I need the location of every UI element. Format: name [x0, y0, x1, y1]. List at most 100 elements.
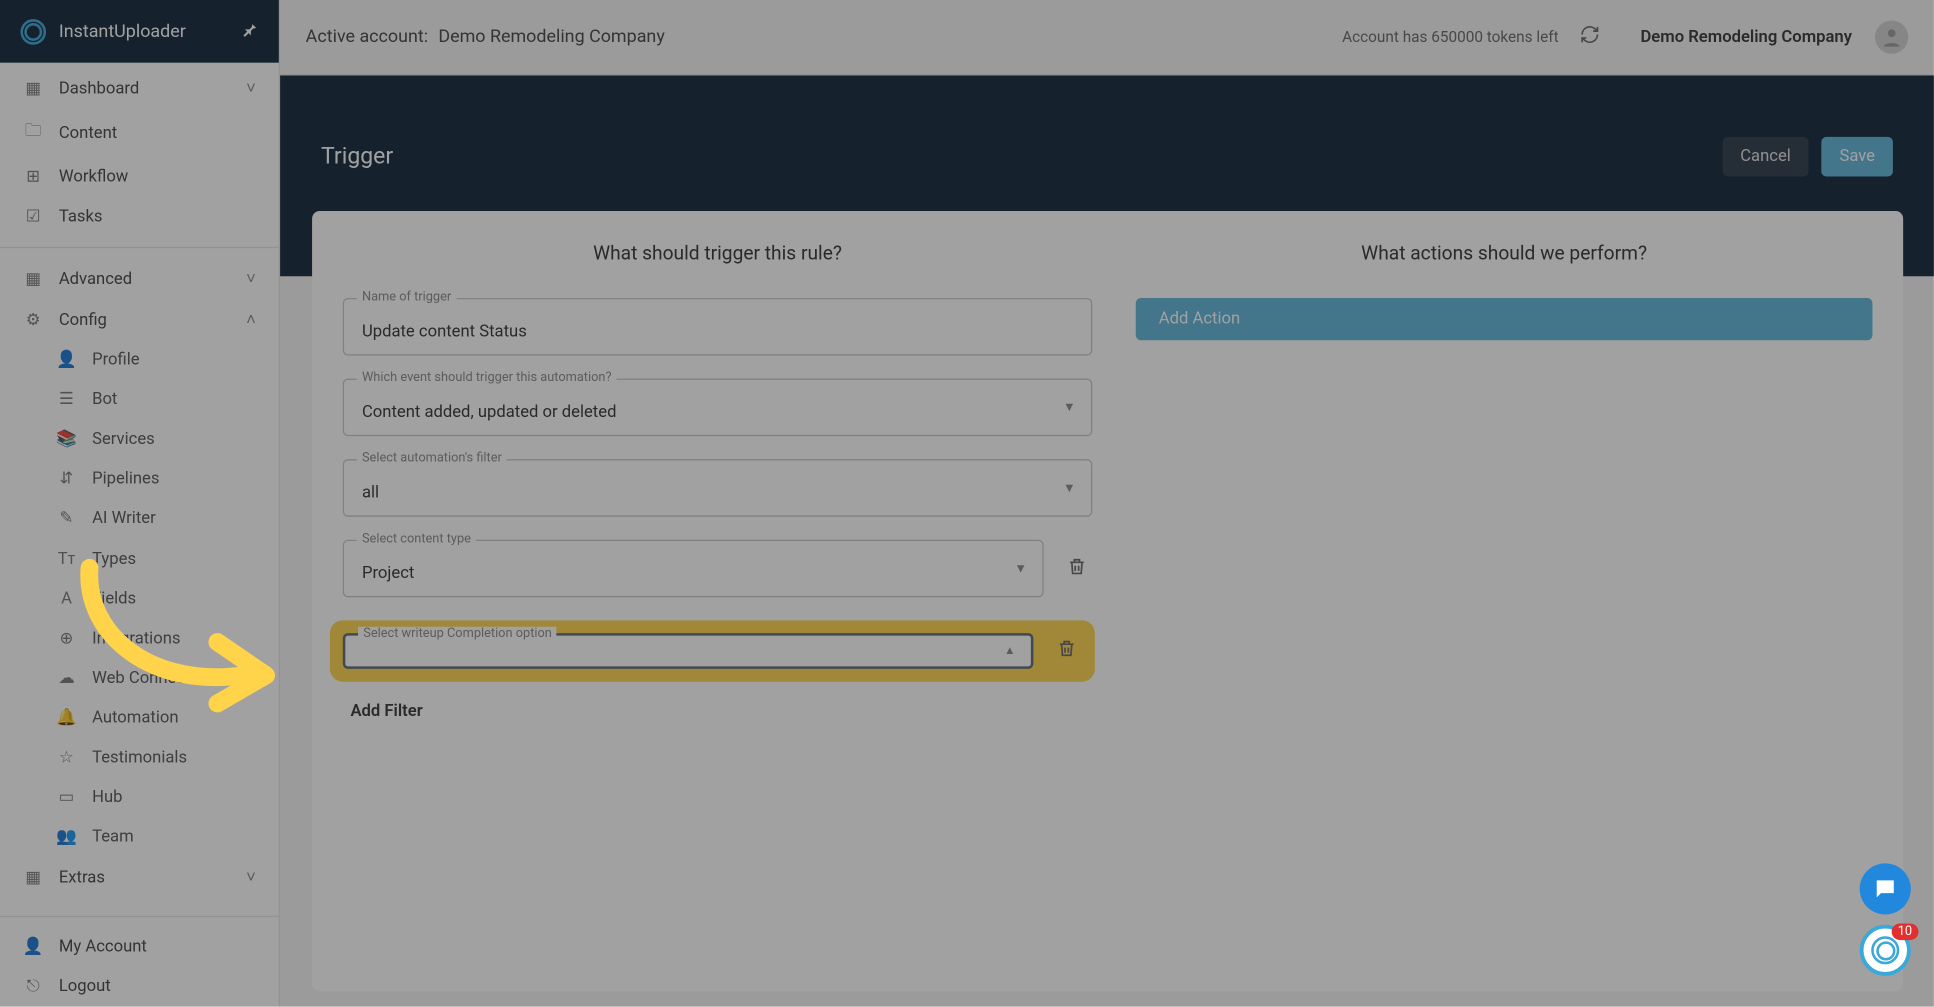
add-filter-link[interactable]: Add Filter: [343, 702, 1092, 721]
team-icon: 👥: [56, 828, 76, 847]
delete-icon[interactable]: [1051, 633, 1082, 669]
sidebar-sub-pipelines[interactable]: ⇵ Pipelines: [0, 459, 279, 499]
sidebar-item-label: AI Writer: [92, 509, 156, 528]
sidebar-item-label: Team: [92, 828, 134, 847]
trigger-title: What should trigger this rule?: [343, 242, 1092, 265]
chevron-up-icon: ▲: [1004, 644, 1015, 658]
sidebar-item-logout[interactable]: ⎋ Logout: [0, 967, 279, 1007]
filter-select[interactable]: Select automation's filter all ▼: [343, 459, 1092, 517]
sidebar-item-label: Extras: [59, 868, 105, 887]
chevron-down-icon: ▼: [1063, 400, 1076, 414]
chevron-up-icon: ˄: [246, 310, 256, 330]
chevron-down-icon: ▼: [1063, 481, 1076, 495]
trigger-name-field[interactable]: Name of trigger Update content Status: [343, 298, 1092, 356]
brand-name: InstantUploader: [59, 21, 228, 41]
sidebar-item-content[interactable]: 🗀 Content: [0, 109, 279, 158]
sidebar-item-label: Services: [92, 430, 155, 449]
bot-icon: ☰: [56, 390, 76, 409]
sidebar: InstantUploader ▦ Dashboard ˅ 🗀 Content …: [0, 0, 280, 1007]
field-label: Name of trigger: [357, 290, 457, 304]
trigger-card: What should trigger this rule? Name of t…: [312, 211, 1903, 991]
grid4-icon: ▦: [23, 868, 43, 887]
grid2-icon: ⊞: [23, 168, 43, 187]
sidebar-item-label: Testimonials: [92, 748, 187, 767]
book-icon: 📚: [56, 430, 76, 449]
sidebar-item-workflow[interactable]: ⊞ Workflow: [0, 157, 279, 197]
sidebar-item-label: Bot: [92, 390, 117, 409]
hub-icon: ▭: [56, 788, 76, 807]
sidebar-item-label: Logout: [59, 977, 111, 996]
field-value: Project: [362, 564, 414, 583]
sidebar-item-extras[interactable]: ▦ Extras ˅: [0, 857, 279, 898]
field-label: Select automation's filter: [357, 451, 507, 465]
field-label: Select content type: [357, 532, 476, 546]
grid-icon: ▦: [23, 79, 43, 98]
sidebar-item-label: Content: [59, 123, 117, 142]
chat-bubble-button[interactable]: [1860, 863, 1911, 914]
field-label: Which event should trigger this automati…: [357, 371, 617, 385]
event-select[interactable]: Which event should trigger this automati…: [343, 379, 1092, 437]
sidebar-item-label: My Account: [59, 938, 147, 957]
logout-icon: ⎋: [23, 977, 43, 996]
sidebar-sub-team[interactable]: 👥 Team: [0, 817, 279, 857]
tutorial-arrow-icon: [74, 558, 284, 722]
sidebar-item-myaccount[interactable]: 👤 My Account: [0, 927, 279, 967]
actions-title: What actions should we perform?: [1136, 242, 1873, 265]
company-name[interactable]: Demo Remodeling Company: [1640, 27, 1852, 46]
field-value: Content added, updated or deleted: [362, 403, 617, 422]
pencil-icon: ✎: [56, 509, 76, 528]
page-title: Trigger: [321, 143, 393, 170]
chevron-down-icon: ˅: [246, 78, 256, 98]
highlighted-field-callout: Select writeup Completion option ▲: [330, 620, 1095, 681]
sidebar-sub-profile[interactable]: 👤 Profile: [0, 340, 279, 380]
user-icon: 👤: [23, 938, 43, 957]
sidebar-item-advanced[interactable]: ▦ Advanced ˅: [0, 258, 279, 299]
sidebar-item-label: Advanced: [59, 269, 132, 288]
topbar: Active account: Demo Remodeling Company …: [280, 0, 1934, 75]
trigger-column: What should trigger this rule? Name of t…: [312, 211, 1105, 991]
sidebar-item-label: Config: [59, 310, 107, 329]
sidebar-item-tasks[interactable]: ☑ Tasks: [0, 197, 279, 237]
content-type-select[interactable]: Select content type Project ▼: [343, 540, 1044, 598]
delete-icon[interactable]: [1062, 551, 1093, 587]
star-icon: ☆: [56, 748, 76, 767]
writeup-completion-select[interactable]: Select writeup Completion option ▲: [343, 633, 1034, 669]
sidebar-item-label: Workflow: [59, 168, 128, 187]
chevron-down-icon: ˅: [246, 867, 256, 887]
gear-icon: ⚙: [23, 310, 43, 329]
notification-badge: 10: [1891, 923, 1918, 940]
cancel-button[interactable]: Cancel: [1722, 137, 1808, 177]
sidebar-item-config[interactable]: ⚙ Config ˄: [0, 299, 279, 340]
user-icon: 👤: [56, 350, 76, 369]
sidebar-item-dashboard[interactable]: ▦ Dashboard ˅: [0, 68, 279, 109]
folder-icon: 🗀: [23, 119, 43, 147]
chevron-down-icon: ˅: [246, 269, 256, 289]
sidebar-header: InstantUploader: [0, 0, 279, 63]
sidebar-item-label: Pipelines: [92, 469, 159, 488]
divider: [0, 247, 279, 248]
pipeline-icon: ⇵: [56, 469, 76, 488]
save-button[interactable]: Save: [1822, 137, 1893, 177]
sidebar-item-label: Dashboard: [59, 79, 139, 98]
sidebar-item-label: Tasks: [59, 207, 103, 226]
avatar[interactable]: [1875, 20, 1908, 53]
brand-logo-icon: [1871, 936, 1899, 964]
active-account-name: Demo Remodeling Company: [438, 27, 664, 47]
brand-logo-icon: [20, 19, 46, 45]
active-account-prefix: Active account:: [306, 27, 428, 47]
sidebar-item-label: Hub: [92, 788, 122, 807]
tokens-text: Account has 650000 tokens left: [1342, 28, 1559, 46]
add-action-button[interactable]: Add Action: [1136, 298, 1873, 340]
sidebar-sub-bot[interactable]: ☰ Bot: [0, 380, 279, 420]
grid3-icon: ▦: [23, 269, 43, 288]
sidebar-sub-services[interactable]: 📚 Services: [0, 420, 279, 460]
field-value: Update content Status: [362, 322, 527, 341]
sidebar-sub-testimonials[interactable]: ☆ Testimonials: [0, 738, 279, 778]
sidebar-sub-aiwriter[interactable]: ✎ AI Writer: [0, 499, 279, 539]
divider: [0, 916, 279, 917]
pin-icon[interactable]: [240, 19, 258, 43]
refresh-icon[interactable]: [1579, 24, 1599, 50]
field-value: all: [362, 483, 379, 502]
sidebar-item-label: Profile: [92, 350, 140, 369]
sidebar-sub-hub[interactable]: ▭ Hub: [0, 778, 279, 818]
